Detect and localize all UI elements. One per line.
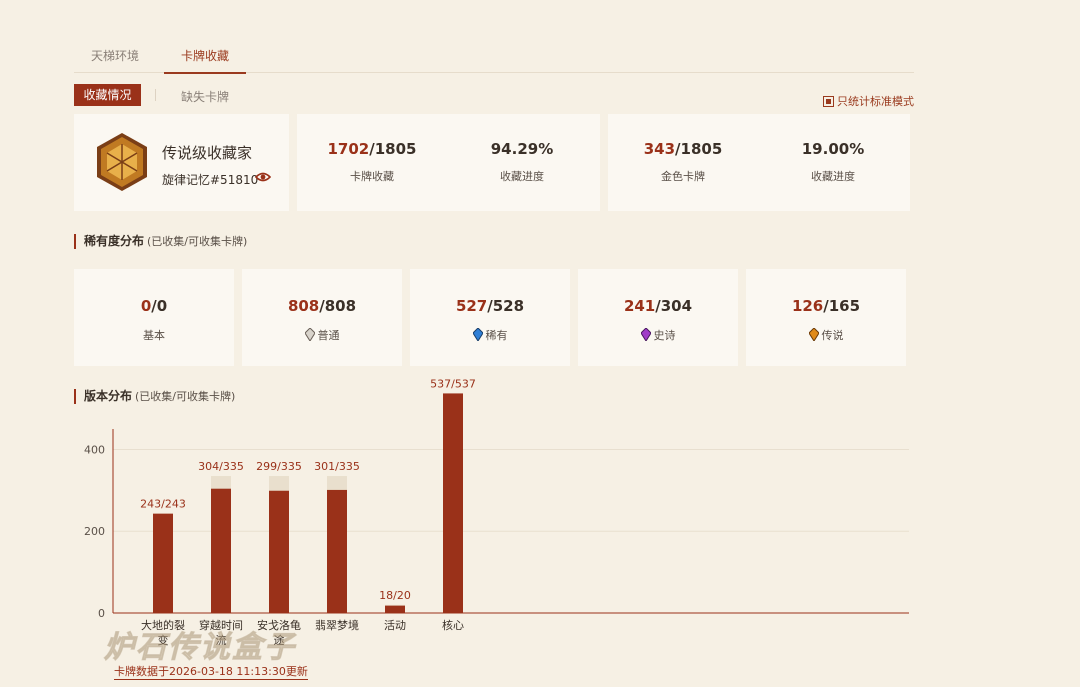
top-tabs: 天梯环境 卡牌收藏: [74, 40, 914, 74]
profile-card: 传说级收藏家 旋律记忆#51810: [74, 114, 289, 211]
collection-progress-stat: 94.29% 收藏进度: [447, 140, 597, 184]
bar-total: [211, 476, 231, 613]
section-title-text: 稀有度分布: [84, 234, 145, 248]
owned-count: 0: [140, 297, 152, 315]
bar-owned: [385, 605, 405, 613]
section-subtitle: (已收集/可收集卡牌): [135, 390, 236, 403]
golden-collection-summary: 343/1805 金色卡牌 19.00% 收藏进度: [608, 114, 910, 211]
collector-badge-icon: [97, 133, 147, 191]
common-gem-icon: [304, 328, 315, 341]
tab-ladder[interactable]: 天梯环境: [91, 47, 139, 64]
bar-data-label: 301/335: [314, 460, 360, 473]
player-id: 旋律记忆#51810: [162, 173, 259, 187]
section-title-text: 版本分布: [84, 389, 133, 403]
owned-count: 808: [287, 297, 320, 315]
epic-gem-icon: [640, 328, 651, 341]
rarity-label: 普通: [317, 329, 340, 342]
x-tick-label: 核心: [442, 618, 464, 632]
standard-mode-toggle[interactable]: 只统计标准模式: [823, 93, 914, 109]
total-count: /165: [823, 297, 861, 315]
owned-count: 126: [791, 297, 824, 315]
subtab-divider: [155, 89, 156, 101]
rarity-card-common: 808/808 普通: [242, 269, 402, 366]
rarity-card-epic: 241/304 史诗: [578, 269, 738, 366]
owned-count: 241: [623, 297, 656, 315]
rarity-label: 史诗: [653, 329, 676, 342]
owned-count: 343: [643, 140, 676, 158]
stat-label: 金色卡牌: [661, 170, 705, 183]
legendary-gem-icon: [808, 328, 819, 341]
bar-data-label: 299/335: [256, 460, 302, 473]
card-collection-summary: 1702/1805 卡牌收藏 94.29% 收藏进度: [297, 114, 600, 211]
bar-data-label: 537/537: [430, 377, 476, 390]
checkbox-icon[interactable]: [823, 95, 834, 107]
tab-active-underline: [164, 72, 246, 74]
golden-progress-stat: 19.00% 收藏进度: [758, 140, 908, 184]
data-update-note[interactable]: 卡牌数据于2026-03-18 11:13:30更新: [114, 665, 308, 680]
progress-value: 94.29%: [490, 140, 554, 158]
owned-count: 527: [455, 297, 488, 315]
bar-owned: [443, 393, 463, 613]
progress-value: 19.00%: [801, 140, 865, 158]
rarity-label: 基本: [143, 329, 165, 342]
x-tick-label: 翡翠梦境: [315, 618, 359, 632]
golden-count-stat: 343/1805 金色卡牌: [608, 140, 758, 184]
total-count: /304: [655, 297, 693, 315]
total-count: /1805: [369, 140, 417, 158]
bar-data-label: 304/335: [198, 460, 244, 473]
total-count: /0: [151, 297, 168, 315]
bar-total: [153, 513, 173, 613]
stat-label: 卡牌收藏: [350, 170, 394, 183]
rarity-label: 稀有: [485, 329, 508, 342]
card-count-stat: 1702/1805 卡牌收藏: [297, 140, 447, 184]
x-tick-label: 活动: [384, 619, 406, 632]
bar-data-label: 243/243: [140, 498, 186, 511]
bar-data-label: 18/20: [379, 589, 411, 602]
standard-mode-label: 只统计标准模式: [837, 95, 914, 108]
rarity-card-basic: 0/0 基本: [74, 269, 234, 366]
tab-collection[interactable]: 卡牌收藏: [181, 47, 229, 64]
bar-owned: [269, 490, 289, 613]
collector-title: 传说级收藏家: [162, 144, 253, 162]
rarity-card-rare: 527/528 稀有: [410, 269, 570, 366]
subtab-missing-cards[interactable]: 缺失卡牌: [181, 88, 229, 105]
rarity-section-title: 稀有度分布 (已收集/可收集卡牌): [74, 234, 247, 249]
bar-total: [385, 604, 405, 613]
owned-count: 1702: [327, 140, 370, 158]
total-count: /808: [319, 297, 357, 315]
total-count: /1805: [675, 140, 723, 158]
y-tick-label: 200: [84, 525, 105, 538]
stat-label: 收藏进度: [500, 170, 544, 183]
bar-total: [269, 476, 289, 613]
section-subtitle: (已收集/可收集卡牌): [147, 235, 248, 248]
rarity-label: 传说: [821, 329, 844, 342]
rare-gem-icon: [472, 328, 483, 341]
eye-icon[interactable]: [255, 170, 271, 184]
bar-total: [327, 476, 347, 613]
version-section-title: 版本分布 (已收集/可收集卡牌): [74, 389, 235, 404]
subtab-collection-status[interactable]: 收藏情况: [74, 84, 141, 106]
bar-total: [443, 393, 463, 613]
bar-owned: [211, 488, 231, 613]
watermark-logo: 炉石传说盒子: [104, 630, 296, 666]
y-tick-label: 400: [84, 443, 105, 456]
y-tick-label: 0: [98, 607, 105, 620]
bar-owned: [327, 489, 347, 613]
stat-label: 收藏进度: [811, 170, 855, 183]
rarity-card-legendary: 126/165 传说: [746, 269, 906, 366]
total-count: /528: [487, 297, 525, 315]
bar-owned: [153, 513, 173, 613]
